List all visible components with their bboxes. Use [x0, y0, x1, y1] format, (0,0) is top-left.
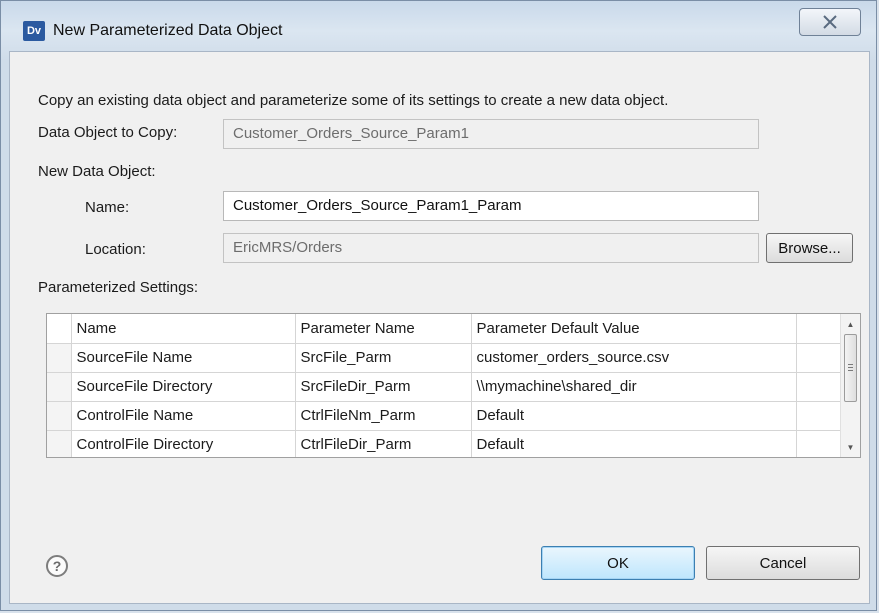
scroll-down-arrow-icon[interactable]: ▼ — [841, 438, 860, 456]
app-icon: Dv — [23, 21, 45, 41]
title-bar: Dv New Parameterized Data Object — [1, 1, 876, 51]
cell-default-value[interactable]: \\mymachine\shared_dir — [471, 372, 797, 402]
table-row[interactable]: SourceFile Name SrcFile_Parm customer_or… — [47, 343, 841, 373]
cancel-button[interactable]: Cancel — [706, 546, 860, 580]
dialog-body: Copy an existing data object and paramet… — [9, 51, 870, 604]
copy-source-field: Customer_Orders_Source_Param1 — [223, 119, 759, 149]
column-header-name[interactable]: Name — [71, 314, 296, 344]
cell-default-value[interactable]: Default — [471, 401, 797, 431]
column-header-parameter-name[interactable]: Parameter Name — [295, 314, 472, 344]
row-selector-header — [47, 314, 72, 344]
location-field: EricMRS/Orders — [223, 233, 759, 263]
scroll-up-arrow-icon[interactable]: ▲ — [841, 315, 860, 333]
cell-name[interactable]: SourceFile Directory — [71, 372, 296, 402]
cell-parameter-name[interactable]: CtrlFileNm_Parm — [295, 401, 472, 431]
help-icon[interactable]: ? — [46, 555, 68, 577]
cell-spacer — [796, 430, 841, 457]
table-row[interactable]: SourceFile Directory SrcFileDir_Parm \\m… — [47, 372, 841, 402]
dialog-window: Dv New Parameterized Data Object Copy an… — [0, 0, 877, 611]
cell-spacer — [796, 343, 841, 373]
table-row[interactable]: ControlFile Directory CtrlFileDir_Parm D… — [47, 430, 841, 457]
table-header-row: Name Parameter Name Parameter Default Va… — [47, 314, 841, 344]
cell-spacer — [796, 401, 841, 431]
cell-name[interactable]: SourceFile Name — [71, 343, 296, 373]
description-text: Copy an existing data object and paramet… — [38, 92, 669, 109]
close-icon — [823, 15, 837, 29]
ok-button[interactable]: OK — [541, 546, 695, 580]
row-selector[interactable] — [47, 430, 72, 457]
cell-name[interactable]: ControlFile Name — [71, 401, 296, 431]
cell-parameter-name[interactable]: SrcFileDir_Parm — [295, 372, 472, 402]
cell-default-value[interactable]: Default — [471, 430, 797, 457]
parameterized-settings-table: Name Parameter Name Parameter Default Va… — [46, 313, 861, 458]
name-input[interactable]: Customer_Orders_Source_Param1_Param — [223, 191, 759, 221]
table-row[interactable]: ControlFile Name CtrlFileNm_Parm Default — [47, 401, 841, 431]
row-selector[interactable] — [47, 372, 72, 402]
column-header-spacer — [796, 314, 841, 344]
scrollbar-thumb[interactable] — [844, 334, 857, 402]
copy-label: Data Object to Copy: — [38, 124, 178, 141]
location-label: Location: — [85, 241, 146, 258]
cell-parameter-name[interactable]: CtrlFileDir_Parm — [295, 430, 472, 457]
cell-default-value[interactable]: customer_orders_source.csv — [471, 343, 797, 373]
column-header-default-value[interactable]: Parameter Default Value — [471, 314, 797, 344]
table-vertical-scrollbar[interactable]: ▲ ▼ — [840, 314, 860, 457]
row-selector[interactable] — [47, 343, 72, 373]
cell-name[interactable]: ControlFile Directory — [71, 430, 296, 457]
new-data-object-label: New Data Object: — [38, 163, 156, 180]
dialog-title: New Parameterized Data Object — [53, 22, 283, 39]
browse-button[interactable]: Browse... — [766, 233, 853, 263]
cell-spacer — [796, 372, 841, 402]
parameterized-settings-label: Parameterized Settings: — [38, 279, 199, 296]
close-button[interactable] — [799, 8, 861, 36]
name-label: Name: — [85, 199, 130, 216]
cell-parameter-name[interactable]: SrcFile_Parm — [295, 343, 472, 373]
row-selector[interactable] — [47, 401, 72, 431]
